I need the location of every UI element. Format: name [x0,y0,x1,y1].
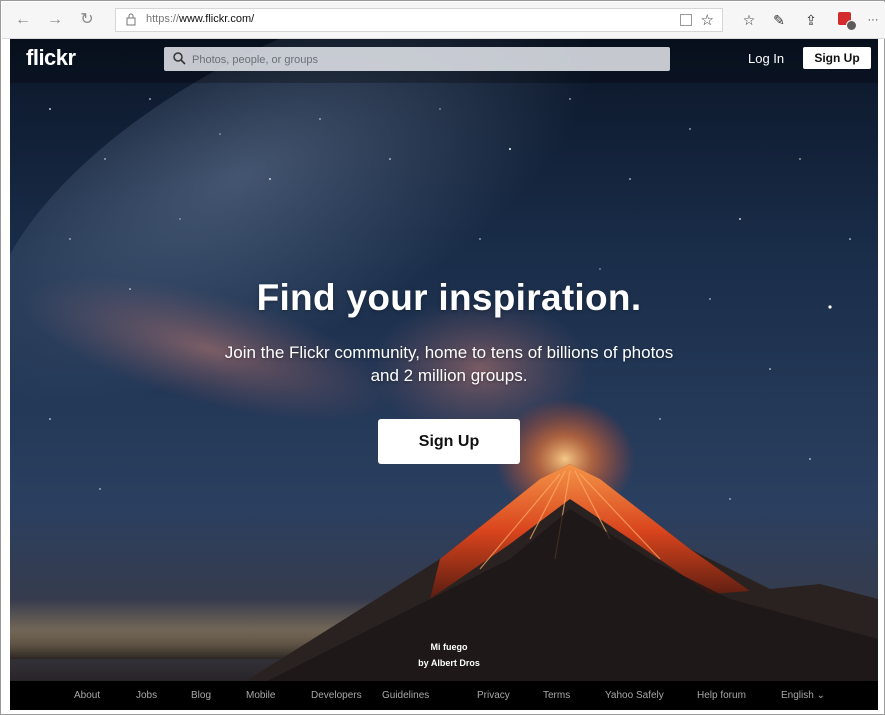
page-viewport: flickr Log In Sign Up Find your inspirat… [10,39,878,710]
more-icon[interactable]: ··· [863,10,883,30]
search-input[interactable] [190,50,664,70]
footer-link-mobile[interactable]: Mobile [246,690,275,701]
hero-title: Find your inspiration. [256,277,642,318]
back-icon[interactable]: ← [12,9,34,31]
url-text: https://www.flickr.com/ [146,13,255,25]
site-header: flickr Log In Sign Up [10,39,878,83]
search-bar[interactable] [164,47,670,71]
star-icon[interactable]: ☆ [701,11,714,29]
flickr-logo[interactable]: flickr [26,45,76,71]
hero-signup-button[interactable]: Sign Up [378,419,520,464]
login-link[interactable]: Log In [748,51,784,66]
footer-link-jobs[interactable]: Jobs [136,690,157,701]
footer-link-guidelines[interactable]: Guidelines [382,690,429,701]
browser-toolbar: ← → ↻ https://www.flickr.com/ ☆ ☆ ✎ ⇪ ··… [2,2,885,39]
refresh-icon[interactable]: ↻ [76,9,98,31]
footer-link-terms[interactable]: Terms [543,690,570,701]
search-icon [173,52,186,65]
hero-subtitle: Join the Flickr community, home to tens … [224,343,674,385]
share-icon[interactable]: ⇪ [801,10,821,30]
browser-window: ← → ↻ https://www.flickr.com/ ☆ ☆ ✎ ⇪ ··… [0,0,885,715]
photo-title-link[interactable]: Mi fuego [388,639,510,655]
footer-link-blog[interactable]: Blog [191,690,211,701]
extension-badge [846,20,857,31]
favorites-icon[interactable]: ☆ [739,10,759,30]
site-footer: About Jobs Blog Mobile Developers Guidel… [10,681,878,710]
footer-link-privacy[interactable]: Privacy [477,690,510,701]
reading-view-icon[interactable] [680,14,692,26]
language-selector[interactable]: English ⌄ [781,690,825,701]
lock-icon [126,13,136,26]
footer-link-yahoo-safely[interactable]: Yahoo Safely [605,690,664,701]
footer-link-about[interactable]: About [74,690,100,701]
photo-author-link[interactable]: by Albert Dros [388,655,510,671]
footer-link-developers[interactable]: Developers [311,690,362,701]
header-signup-button[interactable]: Sign Up [803,47,871,69]
address-bar[interactable]: https://www.flickr.com/ ☆ [115,8,723,32]
pen-icon[interactable]: ✎ [769,10,789,30]
photo-credit: Mi fuego by Albert Dros [388,639,510,671]
forward-icon[interactable]: → [44,9,66,31]
footer-link-help-forum[interactable]: Help forum [697,690,746,701]
